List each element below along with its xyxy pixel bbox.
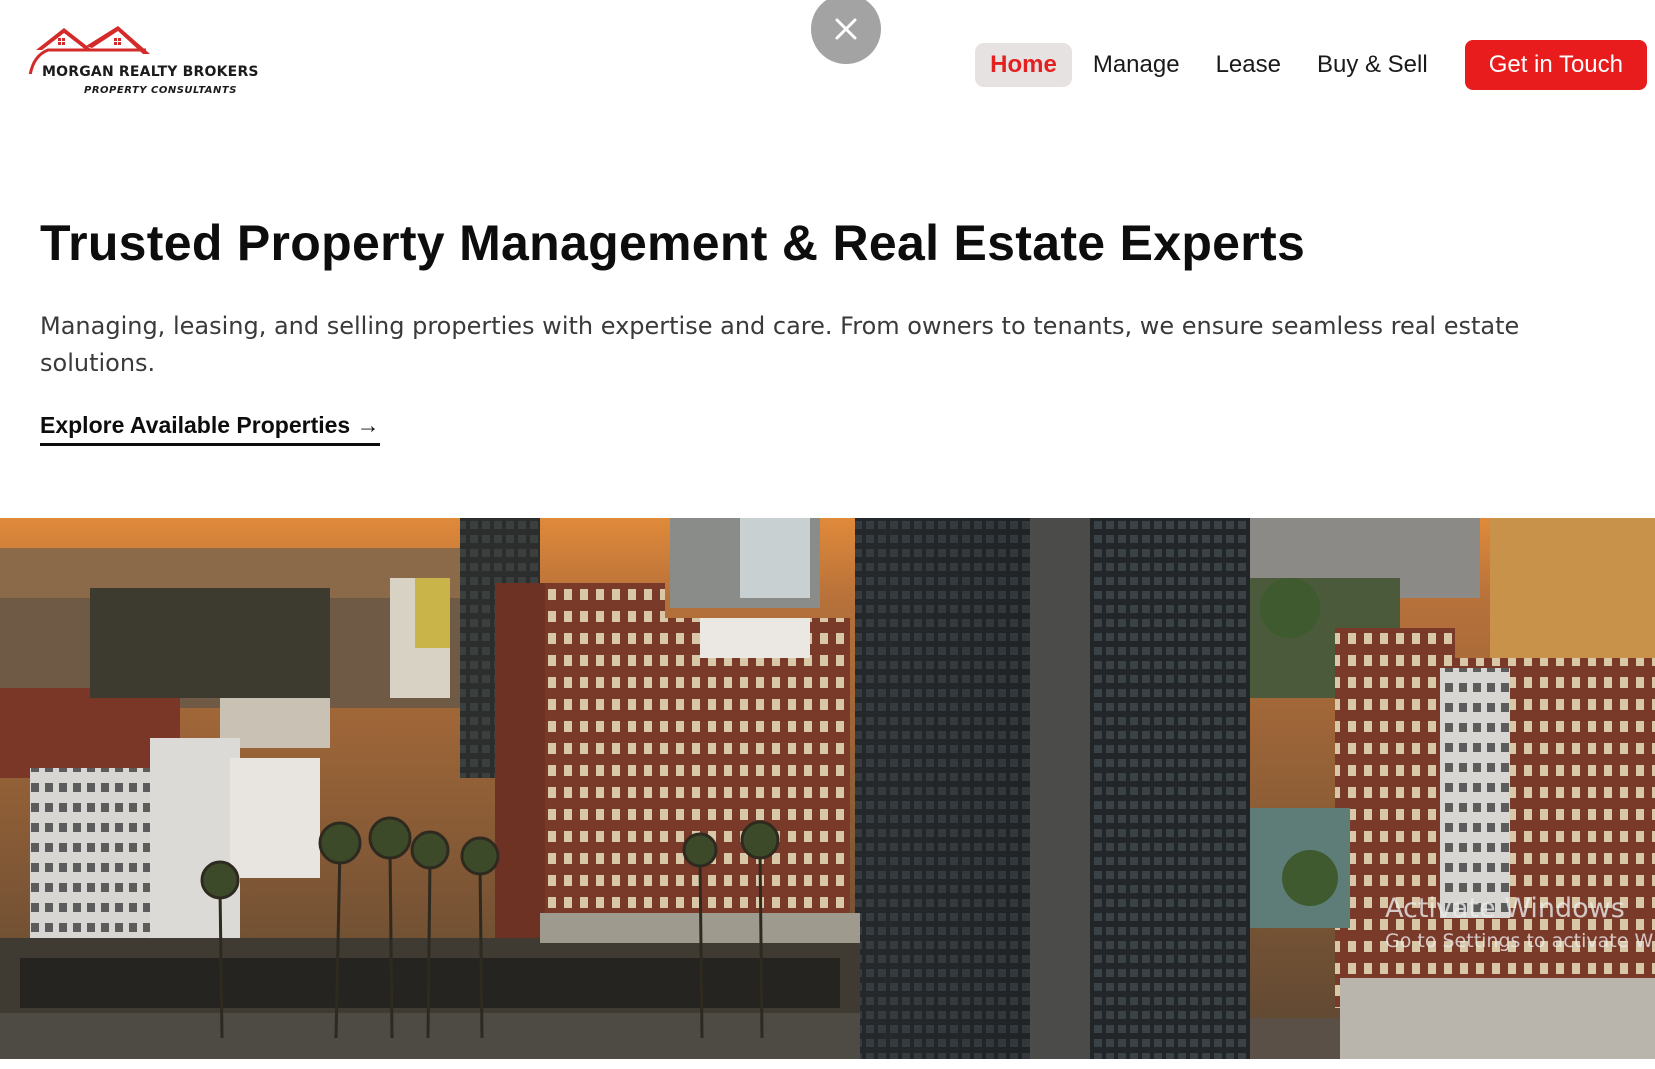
nav-item-home[interactable]: Home — [975, 43, 1072, 87]
explore-properties-link[interactable]: Explore Available Properties → — [40, 412, 380, 446]
site-header: MORGAN REALTY BROKERS PROPERTY CONSULTAN… — [0, 0, 1655, 110]
close-overlay-button[interactable] — [811, 0, 881, 64]
close-icon — [835, 18, 857, 40]
nav-item-buy-sell[interactable]: Buy & Sell — [1302, 43, 1443, 87]
watermark-line1: Activate Windows — [1385, 893, 1625, 924]
brand-logo[interactable]: MORGAN REALTY BROKERS PROPERTY CONSULTAN… — [26, 24, 266, 104]
nav-item-manage[interactable]: Manage — [1078, 43, 1195, 87]
brand-name: MORGAN REALTY BROKERS — [42, 64, 259, 80]
nav-item-lease[interactable]: Lease — [1201, 43, 1296, 87]
activate-windows-watermark: Activate Windows Go to Settings to activ… — [1385, 893, 1653, 952]
watermark-line2: Go to Settings to activate W — [1385, 930, 1654, 952]
get-in-touch-button[interactable]: Get in Touch — [1464, 40, 1647, 90]
hero-subtitle: Managing, leasing, and selling propertie… — [40, 312, 1520, 377]
hero-title: Trusted Property Management & Real Estat… — [40, 215, 1306, 271]
brand-tagline: PROPERTY CONSULTANTS — [84, 85, 237, 96]
main-nav: Home Manage Lease Buy & Sell Get in Touc… — [969, 40, 1647, 90]
city-skyline-image — [0, 518, 1655, 1059]
